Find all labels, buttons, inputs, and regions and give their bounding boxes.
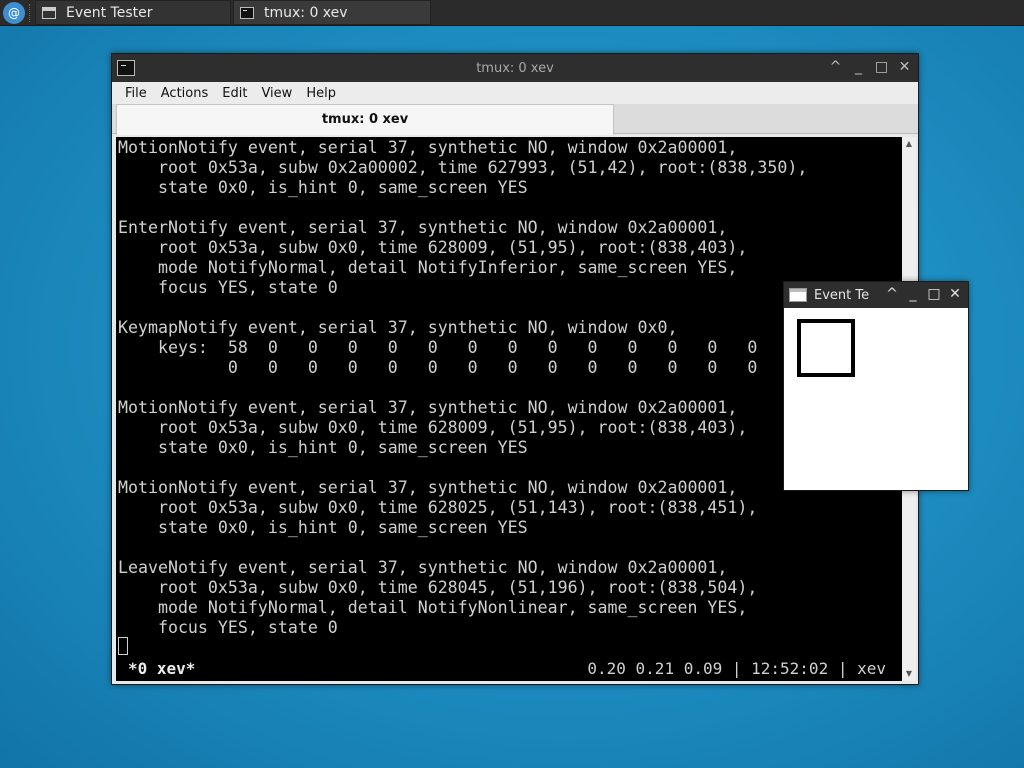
minimize-icon[interactable]: _ — [851, 59, 866, 76]
terminal-line: keys: 58 0 0 0 0 0 0 0 0 0 0 0 0 0 — [118, 338, 758, 357]
scroll-up-icon[interactable]: ▲ — [902, 137, 916, 151]
close-icon[interactable]: ✕ — [948, 286, 962, 303]
tmux-status-line: *0 xev* 0.20 0.21 0.09 | 12:52:02 | xev — [116, 659, 902, 679]
terminal-line: root 0x53a, subw 0x0, time 628025, (51,1… — [118, 498, 758, 517]
terminal-line: focus YES, state 0 — [118, 618, 338, 637]
event-tester-title: Event Te — [814, 287, 870, 303]
scroll-down-icon[interactable]: ▼ — [902, 667, 916, 681]
menu-view[interactable]: View — [254, 86, 299, 101]
terminal-line: root 0x53a, subw 0x2a00002, time 627993,… — [118, 158, 808, 177]
window-icon[interactable] — [789, 288, 807, 302]
menu-edit[interactable]: Edit — [215, 86, 254, 101]
terminal-line: root 0x53a, subw 0x0, time 628009, (51,9… — [118, 238, 748, 257]
shade-icon[interactable]: ^ — [828, 59, 843, 76]
terminal-line: mode NotifyNormal, detail NotifyNonlinea… — [118, 598, 748, 617]
taskbar-task-event-tester[interactable]: Event Tester — [35, 0, 231, 25]
terminal-line: MotionNotify event, serial 37, synthetic… — [118, 398, 738, 417]
taskbar-separator — [29, 3, 31, 22]
terminal-lines: MotionNotify event, serial 37, synthetic… — [118, 138, 807, 638]
terminal-line: MotionNotify event, serial 37, synthetic… — [118, 478, 738, 497]
terminal-line: EnterNotify event, serial 37, synthetic … — [118, 218, 728, 237]
terminal-line: MotionNotify event, serial 37, synthetic… — [118, 138, 738, 157]
menu-actions[interactable]: Actions — [154, 86, 216, 101]
maximize-icon[interactable]: □ — [874, 59, 889, 76]
terminal-line: state 0x0, is_hint 0, same_screen YES — [118, 438, 528, 457]
shade-icon[interactable]: ^ — [885, 286, 899, 303]
tab-bar: tmux: 0 xev — [112, 104, 918, 135]
terminal-cursor — [118, 637, 128, 655]
taskbar-task-tmux[interactable]: tmux: 0 xev — [233, 0, 431, 25]
taskbar: @ Event Tester tmux: 0 xev — [0, 0, 1024, 26]
menu-file[interactable]: File — [118, 86, 154, 101]
event-tester-canvas[interactable] — [787, 309, 965, 488]
event-tester-subwindow[interactable] — [797, 319, 855, 377]
terminal-line: LeaveNotify event, serial 37, synthetic … — [118, 558, 728, 577]
terminal-line: root 0x53a, subw 0x0, time 628045, (51,1… — [118, 578, 758, 597]
window-title: tmux: 0 xev — [476, 60, 554, 76]
taskbar-task-label: tmux: 0 xev — [264, 4, 348, 21]
terminal-line: 0 0 0 0 0 0 0 0 0 0 0 0 0 0 — [118, 358, 758, 377]
taskbar-task-label: Event Tester — [66, 4, 153, 21]
minimize-icon[interactable]: _ — [906, 286, 920, 303]
terminal-line: KeymapNotify event, serial 37, synthetic… — [118, 318, 678, 337]
terminal-line: state 0x0, is_hint 0, same_screen YES — [118, 518, 528, 537]
tmux-status-info: 0.20 0.21 0.09 | 12:52:02 | xev — [587, 659, 886, 678]
tmux-window-indicator[interactable]: *0 xev* — [128, 659, 195, 679]
event-tester-window: Event Te ^ _ □ ✕ — [783, 281, 969, 491]
menu-help[interactable]: Help — [299, 86, 343, 101]
terminal-line: focus YES, state 0 — [118, 278, 338, 297]
window-controls: ^ _ □ ✕ — [828, 59, 912, 76]
menu-bar: File Actions Edit View Help — [112, 82, 918, 104]
debian-swirl-icon[interactable]: @ — [3, 1, 25, 24]
event-tester-titlebar[interactable]: Event Te ^ _ □ ✕ — [784, 282, 968, 308]
maximize-icon[interactable]: □ — [927, 286, 941, 303]
window-icon — [42, 6, 56, 19]
terminal-line: state 0x0, is_hint 0, same_screen YES — [118, 178, 528, 197]
close-icon[interactable]: ✕ — [897, 59, 912, 76]
terminal-icon — [240, 6, 254, 19]
terminal-line: root 0x53a, subw 0x0, time 628009, (51,9… — [118, 418, 748, 437]
window-controls: ^ _ □ ✕ — [885, 286, 962, 303]
terminal-titlebar[interactable]: tmux: 0 xev ^ _ □ ✕ — [112, 54, 918, 82]
terminal-line: mode NotifyNormal, detail NotifyInferior… — [118, 258, 738, 277]
tab-tmux[interactable]: tmux: 0 xev — [116, 104, 614, 135]
